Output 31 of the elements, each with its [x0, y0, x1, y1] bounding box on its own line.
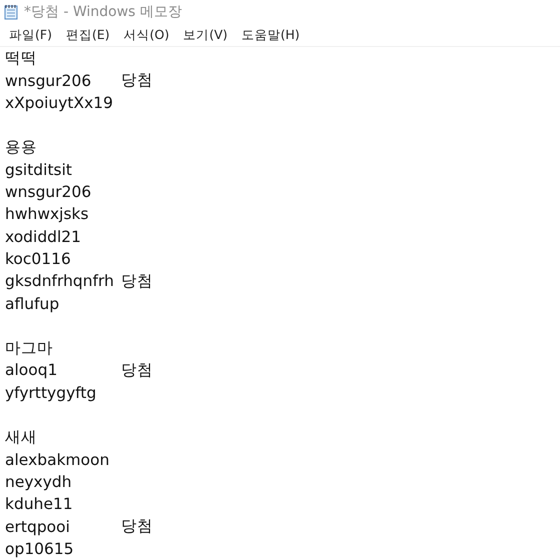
winner-tag: 당첨	[121, 360, 153, 381]
username-text: op10615	[5, 540, 74, 558]
username-text: alexbakmoon	[5, 450, 110, 469]
username-text: hwhwxjsks	[5, 205, 89, 224]
group-heading: 떡떡	[5, 48, 37, 69]
username-text: xodiddl21	[5, 228, 82, 246]
group-heading: 마그마	[5, 338, 53, 359]
username-text: wnsgur206	[5, 72, 92, 90]
winner-tag: 당첨	[121, 516, 153, 538]
username-text: kduhe11	[5, 495, 73, 514]
username-text: koc0116	[5, 250, 71, 268]
username-text: xXpoiuytXx19	[5, 94, 114, 112]
menu-item[interactable]: 도움말(H)	[234, 24, 307, 46]
username-text: gsitditsit	[5, 160, 72, 179]
group-heading: 새새	[5, 426, 37, 448]
notepad-icon	[4, 4, 18, 20]
username-text: yfyrttygyftg	[5, 384, 96, 402]
menu-item[interactable]: 파일(F)	[2, 24, 59, 46]
winner-tag: 당첨	[121, 270, 153, 292]
window-title: *당첨 - Windows 메모장	[24, 3, 182, 22]
username-text: alooq1	[5, 361, 58, 380]
username-text: neyxydh	[5, 472, 72, 491]
username-text: wnsgur206	[5, 183, 92, 202]
group-heading: 용용	[5, 137, 37, 158]
username-text: aflufup	[5, 294, 60, 313]
winner-tag: 당첨	[121, 70, 153, 92]
username-text: gksdnfrhqnfrh	[5, 272, 114, 290]
menu-item[interactable]: 편집(E)	[58, 24, 117, 46]
menu-item[interactable]: 서식(O)	[116, 24, 176, 46]
username-text: ertqpooi	[5, 518, 70, 536]
menu-item[interactable]: 보기(V)	[176, 24, 235, 46]
